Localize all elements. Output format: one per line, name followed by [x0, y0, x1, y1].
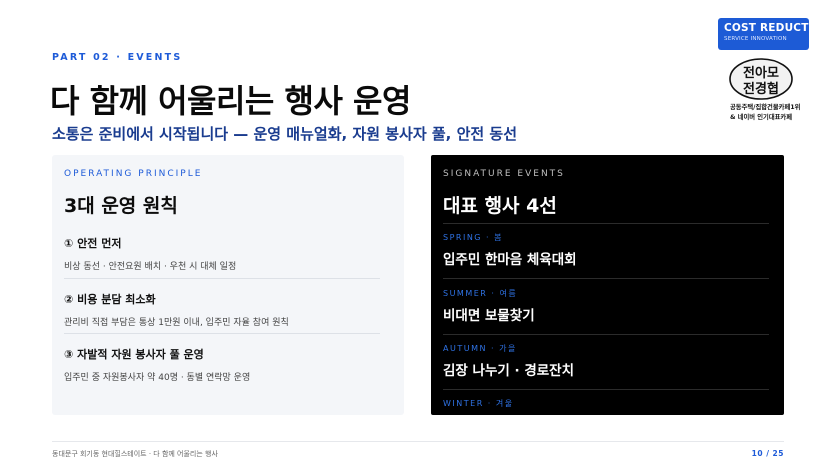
- divider: [443, 334, 769, 335]
- event-name: 비대면 보물찾기: [443, 308, 535, 324]
- principle-heading: ③ 자발적 자원 봉사자 풀 운영: [64, 348, 204, 361]
- principle-heading: ① 안전 먼저: [64, 237, 122, 250]
- events-eyebrow: SIGNATURE EVENTS: [443, 169, 565, 179]
- event-item: SPRING · 봄 입주민 한마음 체육대회: [443, 232, 769, 268]
- logo-caption: 공동주택/집합건물카페1위 & 네이버 인기대표카페: [730, 103, 830, 123]
- community-logo: 전아모 전경협: [729, 58, 793, 100]
- event-name: 김장 나누기 · 경로잔치: [443, 363, 575, 379]
- footer-divider: [52, 441, 784, 442]
- divider: [443, 278, 769, 279]
- event-season: WINTER · 겨울: [443, 399, 514, 408]
- page-title: 다 함께 어울리는 행사 운영: [50, 82, 411, 120]
- divider: [443, 389, 769, 390]
- divider: [443, 223, 769, 224]
- event-item: SUMMER · 여름 비대면 보물찾기: [443, 288, 769, 324]
- principle-heading: ② 비용 분담 최소화: [64, 293, 156, 306]
- principle-item: ① 안전 먼저 비상 동선 · 안전요원 배치 · 우천 시 대체 일정: [64, 235, 380, 272]
- divider: [64, 278, 380, 279]
- logo-caption-line2: & 네이버 인기대표카페: [730, 114, 793, 121]
- svg-text:전경협: 전경협: [743, 81, 779, 97]
- principle-item: ② 비용 분담 최소화 관리비 직접 부담은 통상 1만원 이내, 입주민 자율…: [64, 291, 380, 328]
- event-season: SUMMER · 여름: [443, 289, 518, 298]
- event-item: WINTER · 겨울: [443, 398, 769, 409]
- section-eyebrow: PART 02 · EVENTS: [52, 52, 183, 63]
- event-season: AUTUMN · 가을: [443, 344, 517, 353]
- principles-eyebrow: OPERATING PRINCIPLE: [64, 169, 203, 179]
- page-number: 10 / 25: [751, 449, 784, 458]
- event-item: AUTUMN · 가을 김장 나누기 · 경로잔치: [443, 343, 769, 379]
- divider: [64, 333, 380, 334]
- svg-text:전아모: 전아모: [743, 65, 779, 81]
- logo-caption-line1: 공동주택/집합건물카페1위: [730, 104, 801, 111]
- cost-reduction-badge: COST REDUCTI SERVICE INNOVATION: [718, 18, 809, 50]
- event-name: 입주민 한마음 체육대회: [443, 252, 577, 268]
- page-subtitle: 소통은 준비에서 시작됩니다 — 운영 매뉴얼화, 자원 봉사자 풀, 안전 동…: [52, 125, 518, 143]
- principles-card: OPERATING PRINCIPLE 3대 운영 원칙 ① 안전 먼저 비상 …: [52, 155, 404, 415]
- principle-item: ③ 자발적 자원 봉사자 풀 운영 입주민 중 자원봉사자 약 40명 · 동별…: [64, 346, 380, 383]
- badge-subtitle: SERVICE INNOVATION: [724, 36, 787, 42]
- principle-desc: 관리비 직접 부담은 통상 1만원 이내, 입주민 자율 참여 원칙: [64, 318, 289, 328]
- events-title: 대표 행사 4선: [443, 195, 557, 217]
- principles-title: 3대 운영 원칙: [64, 195, 178, 217]
- principle-desc: 비상 동선 · 안전요원 배치 · 우천 시 대체 일정: [64, 262, 237, 272]
- badge-title: COST REDUCTI: [724, 22, 809, 34]
- footer-caption: 동대문구 회기동 현대힐스테이트 · 다 함께 어울리는 행사: [52, 450, 218, 458]
- events-card: SIGNATURE EVENTS 대표 행사 4선 SPRING · 봄 입주민…: [431, 155, 784, 415]
- principle-desc: 입주민 중 자원봉사자 약 40명 · 동별 연락망 운영: [64, 373, 251, 383]
- event-season: SPRING · 봄: [443, 233, 503, 242]
